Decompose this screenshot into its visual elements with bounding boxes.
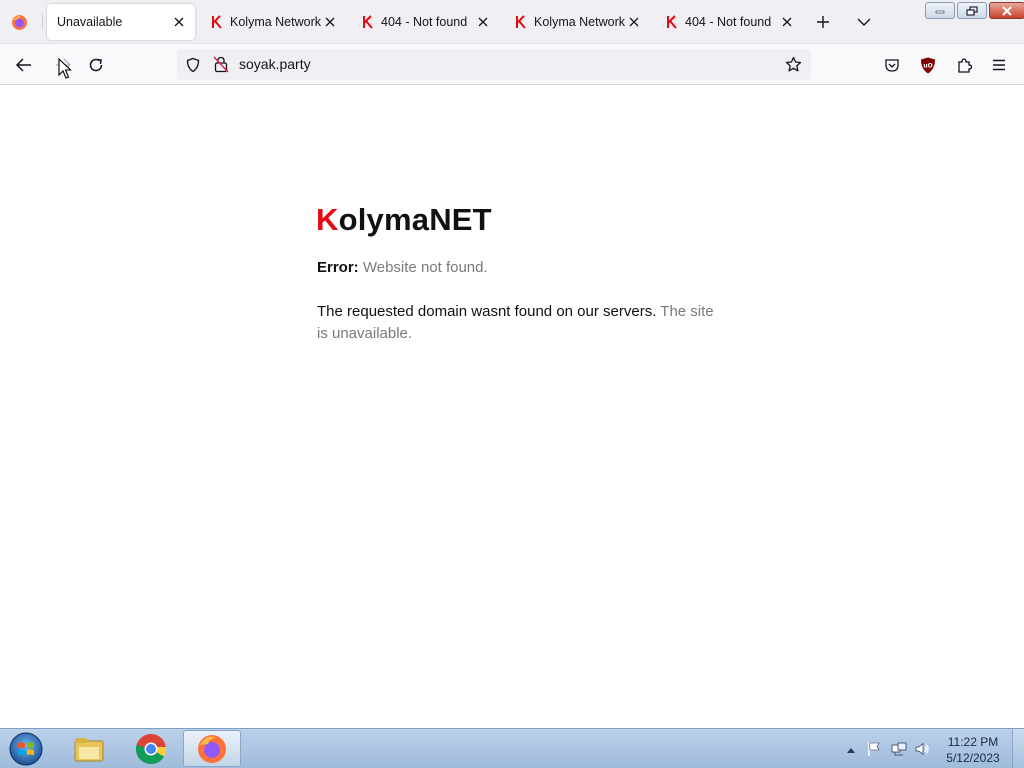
window-caption-buttons — [925, 2, 1024, 20]
url-text[interactable]: soyak.party — [239, 56, 311, 72]
close-icon[interactable] — [322, 14, 338, 30]
svg-text:uO: uO — [923, 62, 932, 69]
tab-strip: Unavailable Kolyma Network 404 - Not fou… — [0, 0, 1024, 44]
windows-taskbar: 11:22 PM 5/12/2023 — [0, 728, 1024, 768]
puzzle-piece-icon — [958, 58, 972, 73]
tracking-protection-shield-icon[interactable] — [185, 57, 201, 73]
kolyma-k-icon — [363, 15, 373, 29]
minimize-button[interactable] — [925, 2, 955, 19]
error-description: The requested domain wasnt found on our … — [317, 301, 717, 345]
kolyma-k-icon — [516, 15, 526, 29]
pocket-icon — [885, 59, 899, 72]
restore-icon — [966, 5, 978, 16]
tab-label: Unavailable — [57, 15, 123, 29]
taskbar-firefox[interactable] — [183, 730, 241, 767]
show-hidden-icons-arrow-icon[interactable] — [843, 742, 859, 758]
tab-unavailable[interactable]: Unavailable — [47, 4, 195, 40]
ublock-origin-icon: uO — [921, 57, 935, 73]
restore-button[interactable] — [957, 2, 987, 19]
ublock-origin-button[interactable]: uO — [917, 54, 939, 76]
chrome-icon — [135, 733, 167, 764]
system-clock[interactable]: 11:22 PM 5/12/2023 — [940, 734, 1006, 766]
mouse-cursor-icon — [58, 58, 72, 79]
hamburger-menu-icon — [993, 59, 1005, 71]
brand-rest: olymaNET — [338, 202, 492, 237]
page-content: KolymaNET Error: Website not found. The … — [0, 85, 1024, 728]
tab-label: 404 - Not found — [685, 15, 772, 29]
browser-window: Unavailable Kolyma Network 404 - Not fou… — [0, 0, 1024, 768]
action-center-flag-icon[interactable] — [866, 741, 882, 757]
windows-start-icon[interactable] — [7, 731, 45, 767]
close-window-button[interactable] — [989, 2, 1024, 19]
tab-label: 404 - Not found — [381, 15, 468, 29]
description-main: The requested domain wasnt found on our … — [317, 303, 657, 320]
error-label: Error: — [317, 259, 359, 276]
back-arrow-icon — [15, 58, 31, 72]
reload-button[interactable] — [85, 54, 107, 76]
plus-icon[interactable] — [813, 12, 833, 32]
error-line: Error: Website not found. — [317, 259, 488, 276]
firefox-icon — [198, 734, 226, 763]
brand-accent-letter: K — [316, 202, 339, 237]
tab-label: Kolyma Network — [230, 15, 321, 29]
back-button[interactable] — [13, 54, 35, 76]
show-desktop-button[interactable] — [1012, 729, 1024, 768]
app-menu-button[interactable] — [988, 54, 1010, 76]
close-icon[interactable] — [626, 14, 642, 30]
tab-kolyma-network[interactable]: Kolyma Network — [504, 4, 650, 40]
clock-time: 11:22 PM — [947, 735, 999, 749]
reload-icon — [89, 58, 103, 72]
taskbar-explorer[interactable] — [60, 730, 118, 767]
chevron-down-icon[interactable] — [855, 12, 873, 32]
extensions-button[interactable] — [953, 54, 975, 76]
kolymanet-logo: KolymaNET — [316, 202, 492, 238]
navigation-toolbar: soyak.party uO — [0, 44, 1024, 85]
firefox-view-icon[interactable] — [11, 14, 28, 31]
tab-404-not-found[interactable]: 404 - Not found — [351, 4, 499, 40]
bookmark-star-icon[interactable] — [785, 56, 802, 73]
close-icon[interactable] — [779, 14, 795, 30]
close-window-icon — [1002, 5, 1012, 16]
tab-kolyma-network[interactable]: Kolyma Network — [200, 4, 346, 40]
minimize-icon — [935, 10, 945, 13]
clock-date: 5/12/2023 — [946, 751, 1000, 765]
kolyma-k-icon — [667, 15, 677, 29]
url-bar[interactable]: soyak.party — [177, 49, 811, 80]
close-icon[interactable] — [171, 14, 187, 30]
pocket-button[interactable] — [881, 54, 903, 76]
kolyma-k-icon — [212, 15, 222, 29]
windows-explorer-icon — [74, 737, 104, 761]
tab-404-not-found[interactable]: 404 - Not found — [655, 4, 803, 40]
tab-label: Kolyma Network — [534, 15, 625, 29]
close-icon[interactable] — [475, 14, 491, 30]
insecure-lock-icon[interactable] — [213, 56, 229, 73]
network-icon[interactable] — [891, 741, 907, 757]
volume-icon[interactable] — [914, 741, 930, 757]
taskbar-chrome[interactable] — [122, 730, 180, 767]
error-message: Website not found. — [362, 259, 488, 276]
